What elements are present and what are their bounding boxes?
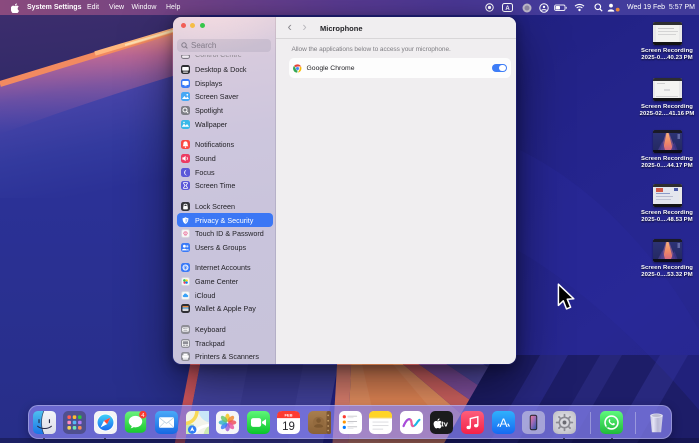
svg-text:@: @ xyxy=(183,266,188,272)
svg-text:FEB: FEB xyxy=(285,412,293,417)
svg-text:19: 19 xyxy=(282,421,295,433)
svg-text:A: A xyxy=(505,6,510,12)
svg-text:tv: tv xyxy=(442,419,449,428)
svg-text:A: A xyxy=(499,415,508,429)
